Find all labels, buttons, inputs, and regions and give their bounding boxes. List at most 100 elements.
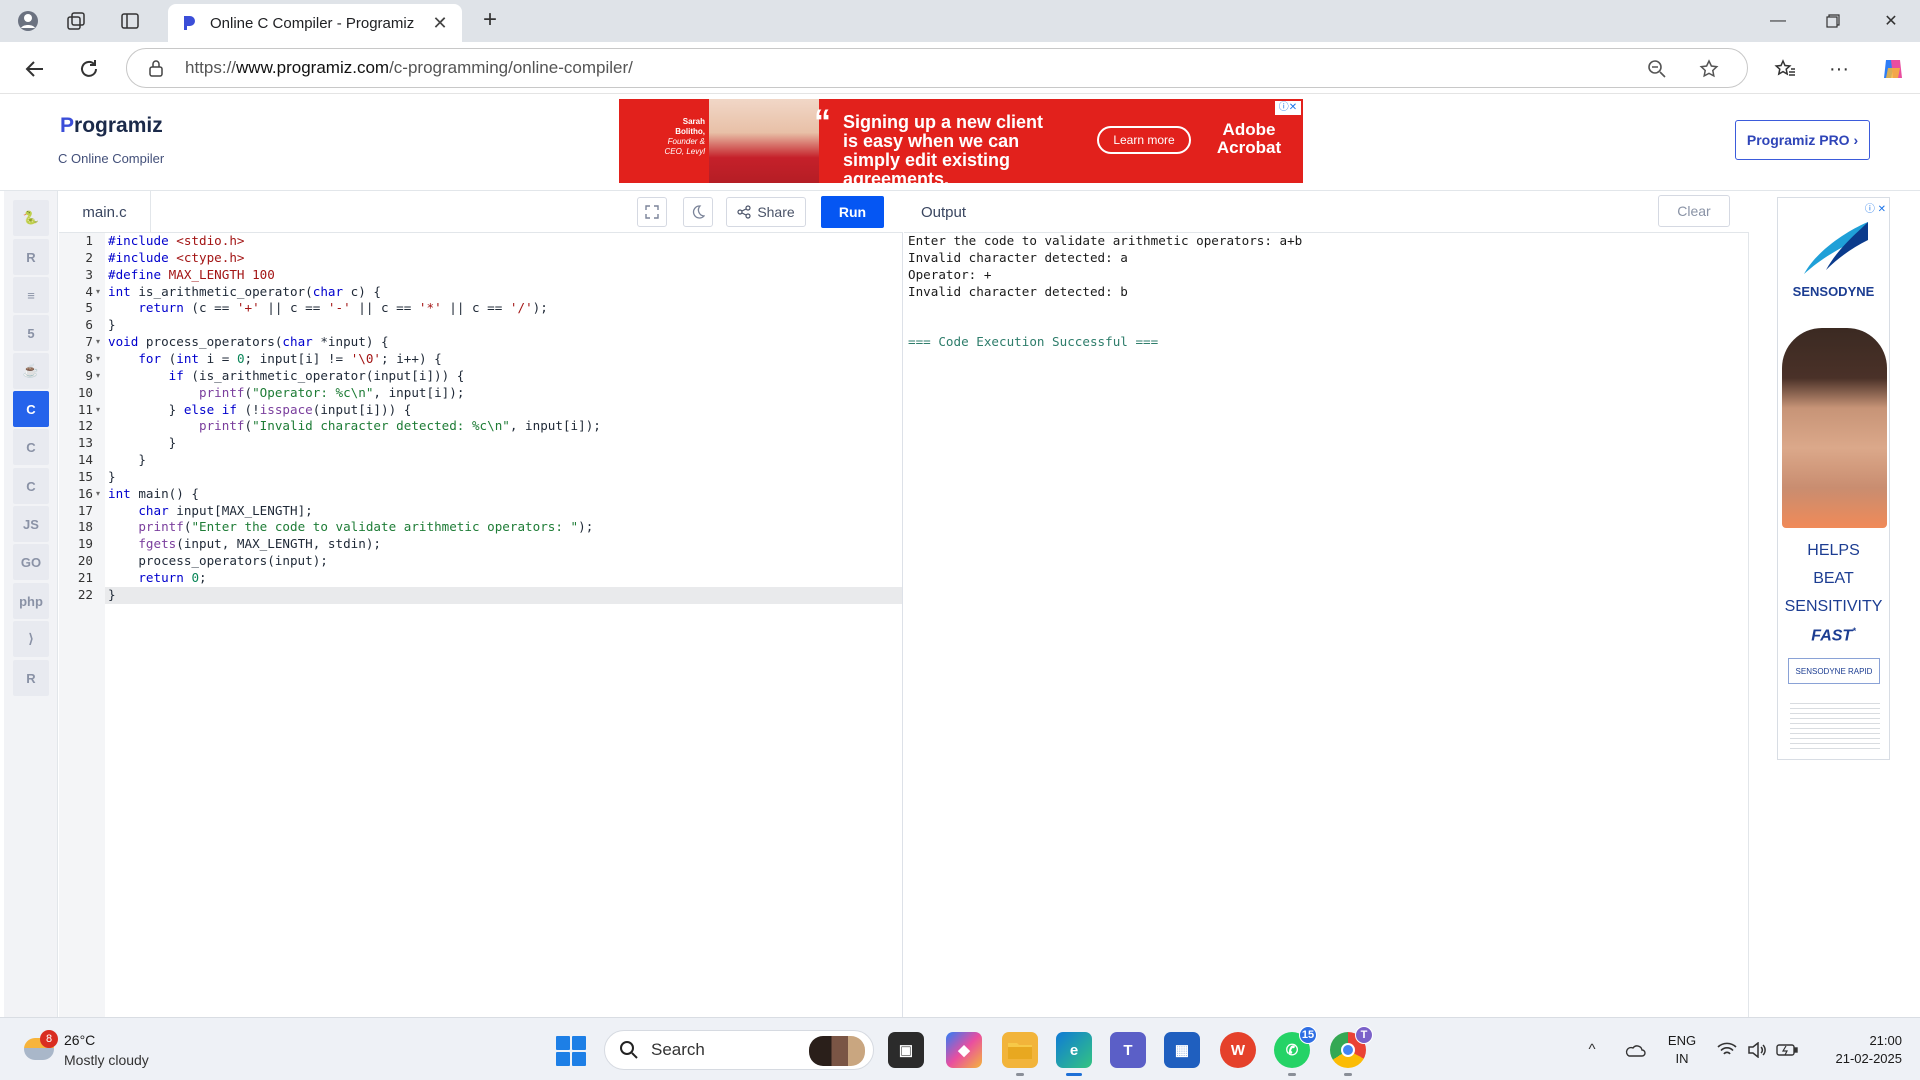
weather-badge: 8	[40, 1030, 58, 1048]
teams-icon[interactable]: T	[1110, 1032, 1146, 1068]
back-icon[interactable]	[20, 54, 50, 84]
run-button[interactable]: Run	[821, 196, 884, 228]
dark-mode-icon[interactable]	[683, 197, 713, 227]
active-tab[interactable]: Online C Compiler - Programiz ✕	[168, 4, 462, 42]
code-line[interactable]: }	[105, 317, 902, 334]
code-line[interactable]: }	[105, 469, 902, 486]
programiz-pro-button[interactable]: Programiz PRO ›	[1735, 120, 1870, 160]
code-line[interactable]: void process_operators(char *input) {	[105, 334, 902, 351]
clear-button[interactable]: Clear	[1658, 195, 1730, 227]
favorite-star-icon[interactable]	[1699, 49, 1719, 89]
code-line[interactable]: int is_arithmetic_operator(char c) {	[105, 284, 902, 301]
ad-close-icon[interactable]: ⓘ ✕	[1865, 200, 1886, 215]
sidebar-lang-js[interactable]: JS	[13, 506, 49, 542]
sidebar-lang-go[interactable]: GO	[13, 544, 49, 580]
sidebar-lang-c[interactable]: C	[13, 391, 49, 427]
programiz-logo[interactable]: Programiz	[60, 114, 163, 138]
code-editor[interactable]: #include <stdio.h> #include <ctype.h> #def…	[105, 233, 903, 1017]
code-line[interactable]: process_operators(input);	[105, 553, 902, 570]
show-hidden-icons-icon[interactable]: ^	[1580, 1018, 1604, 1080]
microsoft-store-icon[interactable]: ▦	[1164, 1032, 1200, 1068]
fold-toggle-icon[interactable]: ▾	[96, 402, 100, 419]
output-console[interactable]: Enter the code to validate arithmetic op…	[904, 233, 1749, 1017]
code-line[interactable]: }	[105, 586, 902, 604]
code-line[interactable]: } else if (!isspace(input[i])) {	[105, 402, 902, 419]
wps-office-icon[interactable]: W	[1220, 1032, 1256, 1068]
code-line[interactable]: #define MAX_LENGTH 100	[105, 267, 902, 284]
file-tab-main-c[interactable]: main.c	[59, 191, 151, 233]
reload-icon[interactable]	[74, 54, 104, 84]
ad-choices-icon[interactable]: ⓘ✕	[1275, 101, 1301, 115]
code-line[interactable]: for (int i = 0; input[i] != '\0'; i++) {	[105, 351, 902, 368]
edge-browser-icon[interactable]: e	[1056, 1032, 1092, 1076]
code-line[interactable]: return 0;	[105, 570, 902, 587]
browser-tabstrip: Online C Compiler - Programiz ✕ + — ✕	[0, 0, 1920, 42]
onedrive-cloud-icon[interactable]	[1620, 1018, 1650, 1080]
tab-close-icon[interactable]: ✕	[430, 13, 450, 34]
code-line[interactable]: if (is_arithmetic_operator(input[i])) {	[105, 368, 902, 385]
weather-widget[interactable]: 8 26°C Mostly cloudy	[20, 1026, 180, 1072]
sidebar-lang-rust[interactable]: R	[13, 660, 49, 696]
zoom-icon[interactable]	[1647, 49, 1667, 89]
start-button[interactable]	[556, 1036, 586, 1066]
fullscreen-icon[interactable]	[637, 197, 667, 227]
file-explorer-icon[interactable]	[1002, 1032, 1038, 1076]
copilot-app-icon[interactable]: ◆	[946, 1032, 982, 1068]
lock-icon[interactable]	[147, 59, 165, 77]
code-line[interactable]: fgets(input, MAX_LENGTH, stdin);	[105, 536, 902, 553]
adobe-ad-banner[interactable]: Sarah Bolitho, Founder & CEO, Levyl “ Si…	[619, 99, 1303, 183]
code-line[interactable]: }	[105, 435, 902, 452]
sidebar-lang-csharp[interactable]: C	[13, 468, 49, 504]
more-options-icon[interactable]: ···	[1824, 54, 1854, 84]
favorites-icon[interactable]	[1770, 54, 1800, 84]
chrome-icon[interactable]: T	[1330, 1026, 1373, 1076]
taskbar-search[interactable]: Search	[604, 1030, 874, 1070]
code-line[interactable]: #include <ctype.h>	[105, 250, 902, 267]
task-view-icon[interactable]: ▣	[888, 1032, 924, 1068]
whatsapp-icon[interactable]: ✆ 15	[1274, 1026, 1317, 1076]
wifi-icon[interactable]	[1714, 1018, 1740, 1080]
code-line[interactable]: int main() {	[105, 486, 902, 503]
code-line[interactable]: printf("Invalid character detected: %c\n…	[105, 418, 902, 435]
sidebar-lang-html[interactable]: 5	[13, 315, 49, 351]
vertical-tabs-icon[interactable]	[116, 7, 144, 35]
code-line[interactable]: char input[MAX_LENGTH];	[105, 503, 902, 520]
share-button[interactable]: Share	[726, 197, 806, 227]
new-tab-button[interactable]: +	[476, 7, 504, 35]
sidebar-lang-cpp[interactable]: C	[13, 429, 49, 465]
close-window-icon[interactable]: ✕	[1862, 0, 1920, 42]
sidebar-lang-r[interactable]: R	[13, 239, 49, 275]
clock[interactable]: 21:00 21-02-2025	[1812, 1032, 1903, 1068]
code-line[interactable]: printf("Operator: %c\n", input[i]);	[105, 385, 902, 402]
sidebar-lang-python[interactable]: 🐍	[13, 200, 49, 236]
sidebar-lang-php[interactable]: php	[13, 583, 49, 619]
line-number: 21	[77, 570, 93, 585]
sidebar-lang-java[interactable]: ☕	[13, 353, 49, 389]
fold-toggle-icon[interactable]: ▾	[96, 351, 100, 368]
sidebar-lang-swift[interactable]: ⟩	[13, 621, 49, 657]
weather-condition: Mostly cloudy	[64, 1052, 149, 1068]
fold-toggle-icon[interactable]: ▾	[96, 486, 100, 503]
fold-toggle-icon[interactable]: ▾	[96, 368, 100, 385]
copilot-icon[interactable]	[1878, 54, 1908, 84]
fold-toggle-icon[interactable]: ▾	[96, 284, 100, 301]
ad-learn-more-button[interactable]: Learn more	[1097, 126, 1191, 154]
sensodyne-ad[interactable]: ⓘ ✕ SENSODYNE HELPS BEAT SENSITIVITY FAS…	[1777, 197, 1890, 760]
workspaces-icon[interactable]	[62, 7, 90, 35]
volume-icon[interactable]	[1744, 1018, 1770, 1080]
code-line[interactable]: #include <stdio.h>	[105, 233, 902, 250]
fold-toggle-icon[interactable]: ▾	[96, 334, 100, 351]
line-number: 2	[85, 249, 93, 265]
sidebar-lang-sql[interactable]: ≡	[13, 277, 49, 313]
code-line[interactable]: printf("Enter the code to validate arith…	[105, 519, 902, 536]
battery-icon[interactable]	[1774, 1018, 1800, 1080]
address-bar[interactable]: https://www.programiz.com/c-programming/…	[126, 48, 1748, 88]
code-line[interactable]: }	[105, 452, 902, 469]
profile-icon[interactable]	[14, 7, 42, 35]
restore-icon[interactable]	[1804, 0, 1862, 42]
minimize-icon[interactable]: —	[1749, 0, 1807, 42]
page-header: Programiz C Online Compiler Sarah Bolith…	[0, 94, 1920, 191]
input-language[interactable]: ENG IN	[1662, 1032, 1702, 1068]
ad-brand-name: SENSODYNE	[1792, 284, 1875, 299]
code-line[interactable]: return (c == '+' || c == '-' || c == '*'…	[105, 300, 902, 317]
